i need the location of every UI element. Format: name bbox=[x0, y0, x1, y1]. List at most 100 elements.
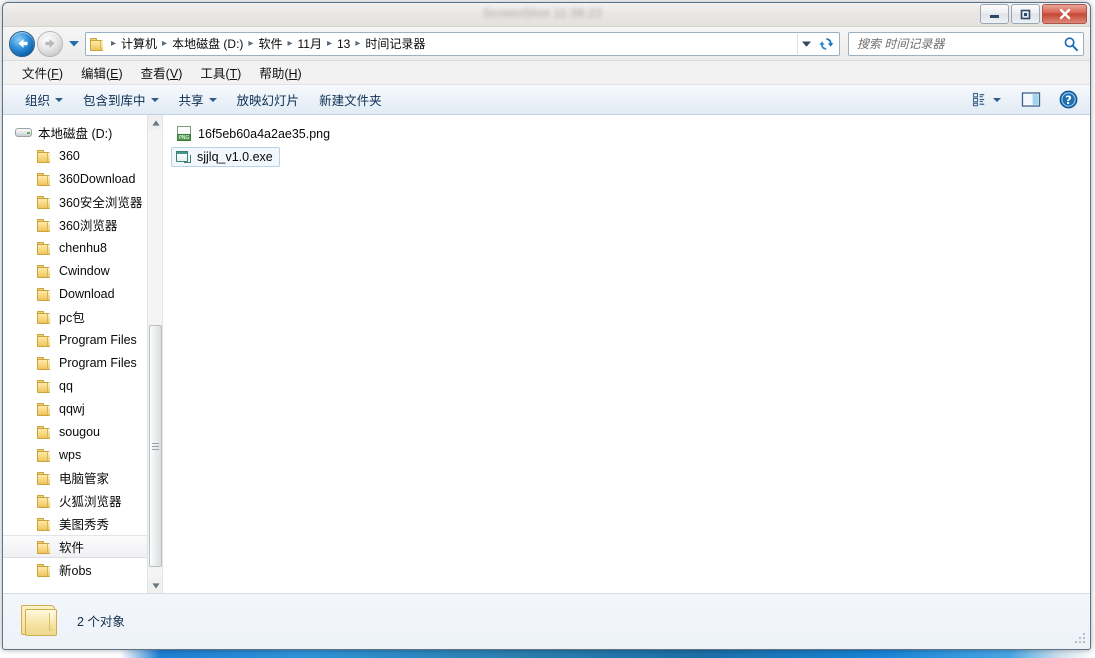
toolbar-button-5[interactable]: 新建文件夹 bbox=[309, 86, 392, 113]
folder-icon bbox=[37, 287, 53, 301]
tree-item-10[interactable]: Program Files bbox=[3, 351, 147, 374]
tree-item-6[interactable]: Cwindow bbox=[3, 259, 147, 282]
status-bar: 2 个对象 bbox=[3, 593, 1090, 647]
close-button[interactable] bbox=[1042, 4, 1087, 24]
history-dropdown-button[interactable] bbox=[67, 40, 81, 47]
menu-item-2[interactable]: 编辑(E) bbox=[72, 60, 132, 85]
tree-item-12[interactable]: qqwj bbox=[3, 397, 147, 420]
menu-item-5[interactable]: 帮助(H) bbox=[250, 60, 310, 85]
tree-item-17[interactable]: 美图秀秀 bbox=[3, 512, 147, 535]
tree-item-label: 美图秀秀 bbox=[59, 518, 110, 532]
tree-item-13[interactable]: sougou bbox=[3, 420, 147, 443]
resize-grip[interactable] bbox=[1075, 633, 1087, 645]
file-name: 16f5eb60a4a2ae35.png bbox=[198, 126, 331, 141]
menu-item-3[interactable]: 查看(V) bbox=[132, 60, 192, 85]
menu-bar: 文件(F) 编辑(E) 查看(V) 工具(T) 帮助(H) bbox=[3, 61, 1090, 85]
title-bar[interactable]: ScreenShot 11:38:22 bbox=[3, 3, 1090, 27]
folder-icon bbox=[37, 241, 53, 255]
folder-icon bbox=[37, 218, 53, 232]
tree-item-label: chenhu8 bbox=[59, 240, 107, 255]
breadcrumb-item[interactable]: 13 bbox=[333, 35, 354, 53]
breadcrumb-separator-icon: ▸ bbox=[111, 38, 117, 49]
navigation-scrollbar[interactable] bbox=[147, 115, 162, 593]
breadcrumb-item[interactable]: 11月 bbox=[293, 33, 325, 54]
tree-item-label: 360Download bbox=[59, 171, 136, 186]
folder-icon bbox=[37, 195, 53, 209]
exe-file-icon bbox=[176, 150, 191, 164]
breadcrumb-dropdown-button[interactable] bbox=[797, 33, 815, 54]
breadcrumb-separator-icon: ▸ bbox=[162, 38, 168, 49]
maximize-button[interactable] bbox=[1011, 4, 1040, 24]
window-controls bbox=[980, 4, 1087, 24]
folder-icon bbox=[37, 471, 53, 485]
help-button[interactable]: ? bbox=[1053, 87, 1084, 112]
tree-item-8[interactable]: pc包 bbox=[3, 305, 147, 328]
tree-item-3[interactable]: 360安全浏览器 bbox=[3, 190, 147, 213]
breadcrumb-separator-icon: ▸ bbox=[355, 38, 361, 49]
folder-icon bbox=[37, 149, 53, 163]
tree-item-label: Program Files bbox=[59, 332, 137, 347]
toolbar-button-1[interactable]: 组织 bbox=[15, 86, 73, 113]
file-name: sjjlq_v1.0.exe bbox=[197, 150, 273, 164]
file-list-view[interactable]: PNG 16f5eb60a4a2ae35.png sjjlq_v1.0.exe bbox=[163, 115, 1090, 593]
breadcrumb-item[interactable]: 计算机 bbox=[117, 33, 161, 54]
tree-item-19[interactable]: 新obs bbox=[3, 558, 147, 581]
tree-item-local-disk[interactable]: 本地磁盘 (D:) bbox=[3, 121, 147, 144]
toolbar-button-2[interactable]: 包含到库中 bbox=[73, 86, 169, 113]
address-bar[interactable]: ▸ 计算机 ▸ 本地磁盘 (D:) ▸ 软件 ▸ 11月 ▸ 13 ▸ 时间记录器 bbox=[85, 31, 840, 56]
minimize-button[interactable] bbox=[980, 4, 1009, 24]
tree-item-9[interactable]: Program Files bbox=[3, 328, 147, 351]
tree-item-label: Program Files bbox=[59, 355, 137, 370]
scrollbar-down-button[interactable] bbox=[148, 578, 162, 593]
tree-item-18[interactable]: 软件 bbox=[3, 535, 147, 558]
search-input[interactable] bbox=[857, 36, 1063, 51]
menu-item-4[interactable]: 工具(T) bbox=[191, 60, 250, 85]
folder-icon bbox=[37, 517, 53, 531]
search-icon[interactable] bbox=[1063, 36, 1079, 52]
address-bar-row: ▸ 计算机 ▸ 本地磁盘 (D:) ▸ 软件 ▸ 11月 ▸ 13 ▸ 时间记录器 bbox=[3, 27, 1090, 61]
tree-item-1[interactable]: 360 bbox=[3, 144, 147, 167]
toolbar-button-4[interactable]: 放映幻灯片 bbox=[227, 86, 310, 113]
folder-icon bbox=[37, 540, 53, 554]
svg-text:?: ? bbox=[1065, 93, 1072, 107]
breadcrumb-item[interactable]: 时间记录器 bbox=[361, 33, 429, 54]
scrollbar-up-button[interactable] bbox=[148, 115, 162, 130]
file-item-1[interactable]: PNG 16f5eb60a4a2ae35.png bbox=[171, 123, 337, 144]
folder-icon bbox=[37, 264, 53, 278]
toolbar-button-3[interactable]: 共享 bbox=[169, 86, 227, 113]
folder-icon bbox=[19, 603, 61, 639]
folder-icon bbox=[37, 402, 53, 416]
refresh-button[interactable] bbox=[815, 34, 837, 54]
view-options-button[interactable] bbox=[966, 89, 1007, 110]
tree-item-label: 360 bbox=[59, 148, 80, 163]
toolbar-button-label: 新建文件夹 bbox=[319, 94, 382, 108]
taskbar-strip bbox=[0, 650, 1095, 658]
toolbar-button-label: 组织 bbox=[25, 94, 51, 108]
menu-item-1[interactable]: 文件(F) bbox=[13, 60, 72, 85]
tree-item-label: 360浏览器 bbox=[59, 219, 118, 233]
breadcrumb-separator-icon: ▸ bbox=[287, 38, 293, 49]
preview-pane-button[interactable] bbox=[1015, 88, 1047, 111]
view-options-icon bbox=[972, 92, 985, 107]
tree-item-5[interactable]: chenhu8 bbox=[3, 236, 147, 259]
back-button[interactable] bbox=[9, 30, 35, 57]
tree-item-2[interactable]: 360Download bbox=[3, 167, 147, 190]
tree-item-16[interactable]: 火狐浏览器 bbox=[3, 489, 147, 512]
search-box[interactable] bbox=[848, 31, 1084, 56]
folder-icon bbox=[37, 379, 53, 393]
breadcrumb-item[interactable]: 软件 bbox=[254, 33, 286, 54]
forward-button[interactable] bbox=[37, 30, 63, 57]
folder-icon bbox=[37, 310, 53, 324]
tree-item-14[interactable]: wps bbox=[3, 443, 147, 466]
tree-item-4[interactable]: 360浏览器 bbox=[3, 213, 147, 236]
breadcrumb-item[interactable]: 本地磁盘 (D:) bbox=[168, 33, 247, 54]
file-item-2[interactable]: sjjlq_v1.0.exe bbox=[171, 147, 280, 167]
folder-icon bbox=[37, 172, 53, 186]
scrollbar-thumb[interactable] bbox=[149, 325, 162, 567]
help-icon: ? bbox=[1059, 90, 1078, 109]
tree-item-11[interactable]: qq bbox=[3, 374, 147, 397]
folder-icon bbox=[37, 563, 53, 577]
menu-item-label: 文件(F) bbox=[22, 67, 63, 81]
tree-item-7[interactable]: Download bbox=[3, 282, 147, 305]
tree-item-15[interactable]: 电脑管家 bbox=[3, 466, 147, 489]
